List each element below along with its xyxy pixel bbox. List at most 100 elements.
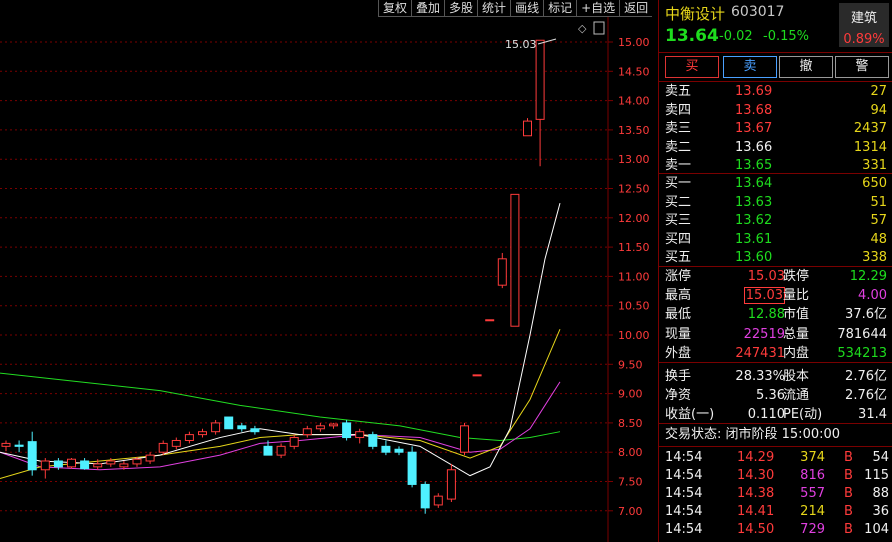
tick-count: 104: [864, 522, 889, 537]
tick-side: B: [844, 450, 853, 465]
candle-body: [119, 463, 129, 468]
stat-value: 31.4: [858, 407, 887, 423]
panel-toggle-icon[interactable]: [593, 21, 605, 35]
ask-row[interactable]: 卖三 13.67 2437: [659, 120, 892, 138]
stat-label: 换手: [665, 369, 692, 384]
tick-side: B: [844, 468, 853, 483]
stat-value: 15.03: [747, 269, 785, 284]
y-tick-label: 9.00: [618, 388, 643, 401]
candle-body: [302, 428, 312, 436]
tick-row[interactable]: 14:54 14.41 214 B 36: [659, 503, 892, 521]
stat-value: 28.33%: [735, 369, 785, 384]
diamond-icon[interactable]: ◇: [578, 22, 587, 35]
y-tick-label: 11.00: [618, 270, 650, 283]
tick-row[interactable]: 14:54 14.38 557 B 88: [659, 485, 892, 503]
y-tick-label: 10.50: [618, 300, 650, 313]
y-tick-label: 7.50: [618, 476, 643, 489]
stat-label: 跌停: [783, 269, 810, 284]
bid-row[interactable]: 买一 13.64 650: [659, 175, 892, 193]
candle-body: [145, 454, 155, 462]
stat-label: 流通: [783, 388, 810, 404]
candle-body: [394, 448, 404, 453]
ask-row[interactable]: 卖五 13.69 27: [659, 83, 892, 101]
tick-row[interactable]: 14:54 14.50 729 B 104: [659, 521, 892, 539]
tick-price: 14.29: [737, 450, 775, 465]
alert-button[interactable]: 警: [835, 56, 889, 78]
sell-button[interactable]: 卖: [723, 56, 777, 78]
stat-label: 市值: [783, 307, 810, 323]
ask-price: 13.67: [735, 121, 773, 136]
stat-value: 12.88: [747, 307, 785, 323]
candle-body: [106, 460, 116, 465]
sector-badge[interactable]: 建筑 0.89%: [839, 3, 889, 47]
candle-body: [53, 460, 63, 468]
stat-label: 收益(一): [665, 407, 715, 423]
stat-value: 15.03: [743, 287, 785, 305]
tick-price: 14.50: [737, 522, 775, 537]
candle-body: [407, 451, 417, 485]
bid-label: 买三: [665, 213, 692, 228]
bid-price: 13.62: [735, 213, 773, 228]
bid-volume: 338: [862, 250, 887, 265]
stat-value: 534213: [837, 345, 887, 361]
candle-body: [14, 444, 24, 447]
candle-body: [250, 428, 260, 433]
cancel-order-button[interactable]: 撤: [779, 56, 833, 78]
stat-label: 量比: [783, 288, 810, 304]
bid-row[interactable]: 买三 13.62 57: [659, 212, 892, 230]
bid-label: 买一: [665, 176, 692, 191]
tick-row[interactable]: 14:54 14.30 816 B 115: [659, 467, 892, 485]
candle-body: [355, 431, 365, 439]
stat-label: 股本: [783, 369, 810, 384]
y-tick-label: 12.50: [618, 183, 650, 196]
tick-price: 14.30: [737, 468, 775, 483]
stat-row: 现量 22519 总量 781644: [659, 326, 892, 344]
candle-body: [276, 445, 286, 456]
ma10-line: [0, 328, 561, 480]
statistics-button[interactable]: 统计: [477, 0, 511, 17]
candle-body: [132, 458, 142, 465]
overlay-button[interactable]: 叠加: [411, 0, 445, 17]
candle-body: [420, 483, 430, 509]
candle-body: [1, 442, 11, 447]
draw-line-button[interactable]: 画线: [510, 0, 544, 17]
bid-volume: 51: [870, 194, 887, 210]
multi-stock-button[interactable]: 多股: [444, 0, 478, 17]
tick-row[interactable]: 14:54 14.29 374 B 54: [659, 449, 892, 467]
ask-row[interactable]: 卖二 13.66 1314: [659, 139, 892, 157]
candle-body: [315, 425, 325, 430]
candle-body: [535, 39, 545, 120]
candle-body: [433, 495, 443, 506]
fuquan-button[interactable]: 复权: [378, 0, 412, 17]
candle-body: [80, 460, 90, 470]
bid-price: 13.64: [735, 176, 773, 191]
mark-button[interactable]: 标记: [543, 0, 577, 17]
bid-volume: 57: [870, 213, 887, 228]
max-price-label: 15.03: [505, 38, 537, 51]
bid-row[interactable]: 买二 13.63 51: [659, 194, 892, 212]
y-tick-label: 10.00: [618, 329, 650, 342]
candle-body: [198, 431, 207, 436]
buy-button[interactable]: 买: [665, 56, 719, 78]
candle-body: [460, 425, 469, 453]
ask-row[interactable]: 卖四 13.68 94: [659, 102, 892, 120]
kline-chart[interactable]: 15.00 14.50 14.00 13.50 13.00 12.50 12.00 11.50…: [0, 0, 658, 542]
stat-row: 收益(一) 0.110 PE(动) 31.4: [659, 406, 892, 424]
candle-body: [237, 425, 247, 430]
add-watchlist-button[interactable]: +自选: [576, 0, 620, 17]
tick-count: 54: [872, 450, 889, 465]
bid-row[interactable]: 买四 13.61 48: [659, 231, 892, 249]
sector-name: 建筑: [850, 11, 877, 26]
tick-side: B: [844, 504, 853, 519]
candle-body: [171, 439, 181, 447]
stat-value: 37.6亿: [845, 307, 887, 323]
stat-label: 最低: [665, 307, 692, 323]
y-tick-label: 14.50: [618, 65, 650, 78]
y-tick-label: 13.00: [618, 153, 650, 166]
back-button[interactable]: 返回: [619, 0, 653, 17]
price-change-pct: -0.15%: [763, 29, 809, 44]
stat-label: 总量: [783, 326, 810, 342]
ask-price: 13.68: [735, 102, 773, 118]
bid-row[interactable]: 买五 13.60 338: [659, 249, 892, 267]
tick-count: 115: [864, 468, 889, 483]
